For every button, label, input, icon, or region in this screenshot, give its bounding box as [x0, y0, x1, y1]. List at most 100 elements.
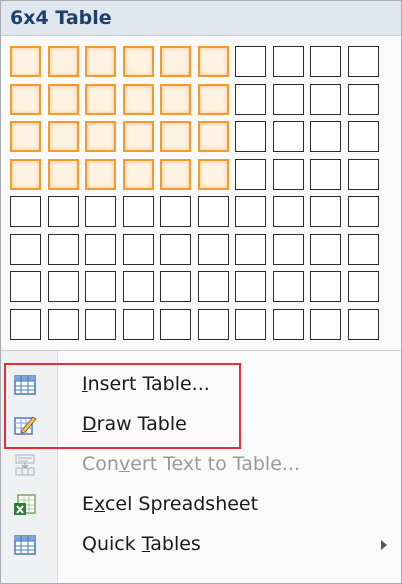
grid-cell[interactable]	[272, 46, 304, 77]
table-grid-icon	[13, 373, 37, 397]
grid-cell[interactable]	[310, 121, 341, 152]
menu-item-insert-table[interactable]: Insert Table...	[1, 365, 401, 405]
grid-cell[interactable]	[235, 83, 266, 115]
menu-item-label: Excel Spreadsheet	[82, 493, 259, 515]
grid-cell[interactable]	[10, 271, 41, 302]
grid-cell[interactable]	[85, 271, 116, 302]
grid-cell[interactable]	[197, 46, 229, 77]
grid-cell[interactable]	[160, 271, 191, 302]
grid-cell[interactable]	[347, 196, 379, 227]
menu-item-draw-table[interactable]: Draw Table	[1, 405, 401, 445]
grid-cell[interactable]	[197, 158, 229, 190]
menu-item-label: Insert Table...	[82, 373, 210, 395]
grid-cell[interactable]	[122, 271, 154, 302]
menu-item-excel-spreadsheet[interactable]: Excel Spreadsheet	[1, 485, 401, 525]
grid-cell[interactable]	[197, 196, 229, 227]
grid-cell[interactable]	[197, 233, 229, 265]
grid-cell[interactable]	[197, 121, 229, 152]
grid-cell[interactable]	[347, 83, 379, 115]
menu-separator	[1, 350, 401, 351]
grid-cell[interactable]	[47, 83, 79, 115]
grid-cell[interactable]	[47, 121, 79, 152]
grid-cell[interactable]	[272, 233, 304, 265]
grid-cell[interactable]	[47, 308, 79, 340]
grid-cell[interactable]	[235, 271, 266, 302]
grid-cell[interactable]	[310, 308, 341, 340]
grid-cell[interactable]	[85, 121, 116, 152]
grid-cell[interactable]	[122, 83, 154, 115]
grid-cell[interactable]	[347, 271, 379, 302]
grid-cell[interactable]	[272, 121, 304, 152]
grid-cell[interactable]	[122, 233, 154, 265]
excel-icon	[13, 493, 37, 517]
grid-cell[interactable]	[347, 233, 379, 265]
grid-cell[interactable]	[122, 196, 154, 227]
grid-cell[interactable]	[160, 158, 191, 190]
grid-cell[interactable]	[122, 46, 154, 77]
grid-size-label: 6x4 Table	[10, 7, 112, 29]
submenu-arrow-icon	[381, 540, 387, 550]
grid-cell[interactable]	[310, 271, 341, 302]
grid-cell[interactable]	[10, 158, 41, 190]
grid-cell[interactable]	[272, 308, 304, 340]
grid-cell[interactable]	[272, 158, 304, 190]
grid-cell[interactable]	[310, 83, 341, 115]
grid-cell[interactable]	[160, 308, 191, 340]
grid-cell[interactable]	[85, 308, 116, 340]
grid-cell[interactable]	[235, 196, 266, 227]
menu-item-label: Draw Table	[82, 413, 187, 435]
grid-cell[interactable]	[85, 83, 116, 115]
grid-cell[interactable]	[310, 46, 341, 77]
grid-cell[interactable]	[85, 46, 116, 77]
grid-size-header: 6x4 Table	[1, 1, 401, 36]
grid-cell[interactable]	[160, 233, 191, 265]
grid-cell[interactable]	[347, 158, 379, 190]
convert-text-icon	[13, 453, 37, 477]
grid-cell[interactable]	[10, 121, 41, 152]
grid-cell[interactable]	[197, 271, 229, 302]
grid-cell[interactable]	[10, 233, 41, 265]
grid-cell[interactable]	[235, 158, 266, 190]
grid-cell[interactable]	[347, 46, 379, 77]
grid-cell[interactable]	[10, 83, 41, 115]
grid-cell[interactable]	[235, 233, 266, 265]
grid-cell[interactable]	[160, 196, 191, 227]
grid-cell[interactable]	[197, 308, 229, 340]
grid-cell[interactable]	[47, 271, 79, 302]
grid-cell[interactable]	[235, 121, 266, 152]
grid-cell[interactable]	[47, 233, 79, 265]
grid-cell[interactable]	[272, 271, 304, 302]
grid-cell[interactable]	[85, 233, 116, 265]
grid-cell[interactable]	[160, 46, 191, 77]
grid-cell[interactable]	[272, 196, 304, 227]
menu-item-label: Quick Tables	[82, 533, 201, 555]
insert-table-menu: 6x4 Table Insert Table... Draw Table Conve…	[0, 0, 402, 584]
menu-item-label: Convert Text to Table...	[82, 453, 301, 475]
grid-cell[interactable]	[310, 196, 341, 227]
grid-cell[interactable]	[122, 308, 154, 340]
quick-tables-icon	[13, 533, 37, 557]
grid-cell[interactable]	[310, 158, 341, 190]
grid-cell[interactable]	[347, 121, 379, 152]
table-size-grid[interactable]	[10, 46, 390, 342]
grid-cell[interactable]	[85, 158, 116, 190]
grid-cell[interactable]	[122, 158, 154, 190]
grid-cell[interactable]	[47, 158, 79, 190]
grid-cell[interactable]	[235, 46, 266, 77]
grid-cell[interactable]	[197, 83, 229, 115]
grid-cell[interactable]	[47, 196, 79, 227]
menu-item-quick-tables[interactable]: Quick Tables	[1, 525, 401, 565]
grid-cell[interactable]	[47, 46, 79, 77]
grid-cell[interactable]	[10, 308, 41, 340]
grid-cell[interactable]	[85, 196, 116, 227]
grid-cell[interactable]	[10, 196, 41, 227]
grid-cell[interactable]	[347, 308, 379, 340]
grid-cell[interactable]	[10, 46, 41, 77]
grid-cell[interactable]	[122, 121, 154, 152]
menu-item-convert-text-to-table: Convert Text to Table...	[1, 445, 401, 485]
grid-cell[interactable]	[160, 83, 191, 115]
grid-cell[interactable]	[272, 83, 304, 115]
grid-cell[interactable]	[160, 121, 191, 152]
grid-cell[interactable]	[310, 233, 341, 265]
grid-cell[interactable]	[235, 308, 266, 340]
